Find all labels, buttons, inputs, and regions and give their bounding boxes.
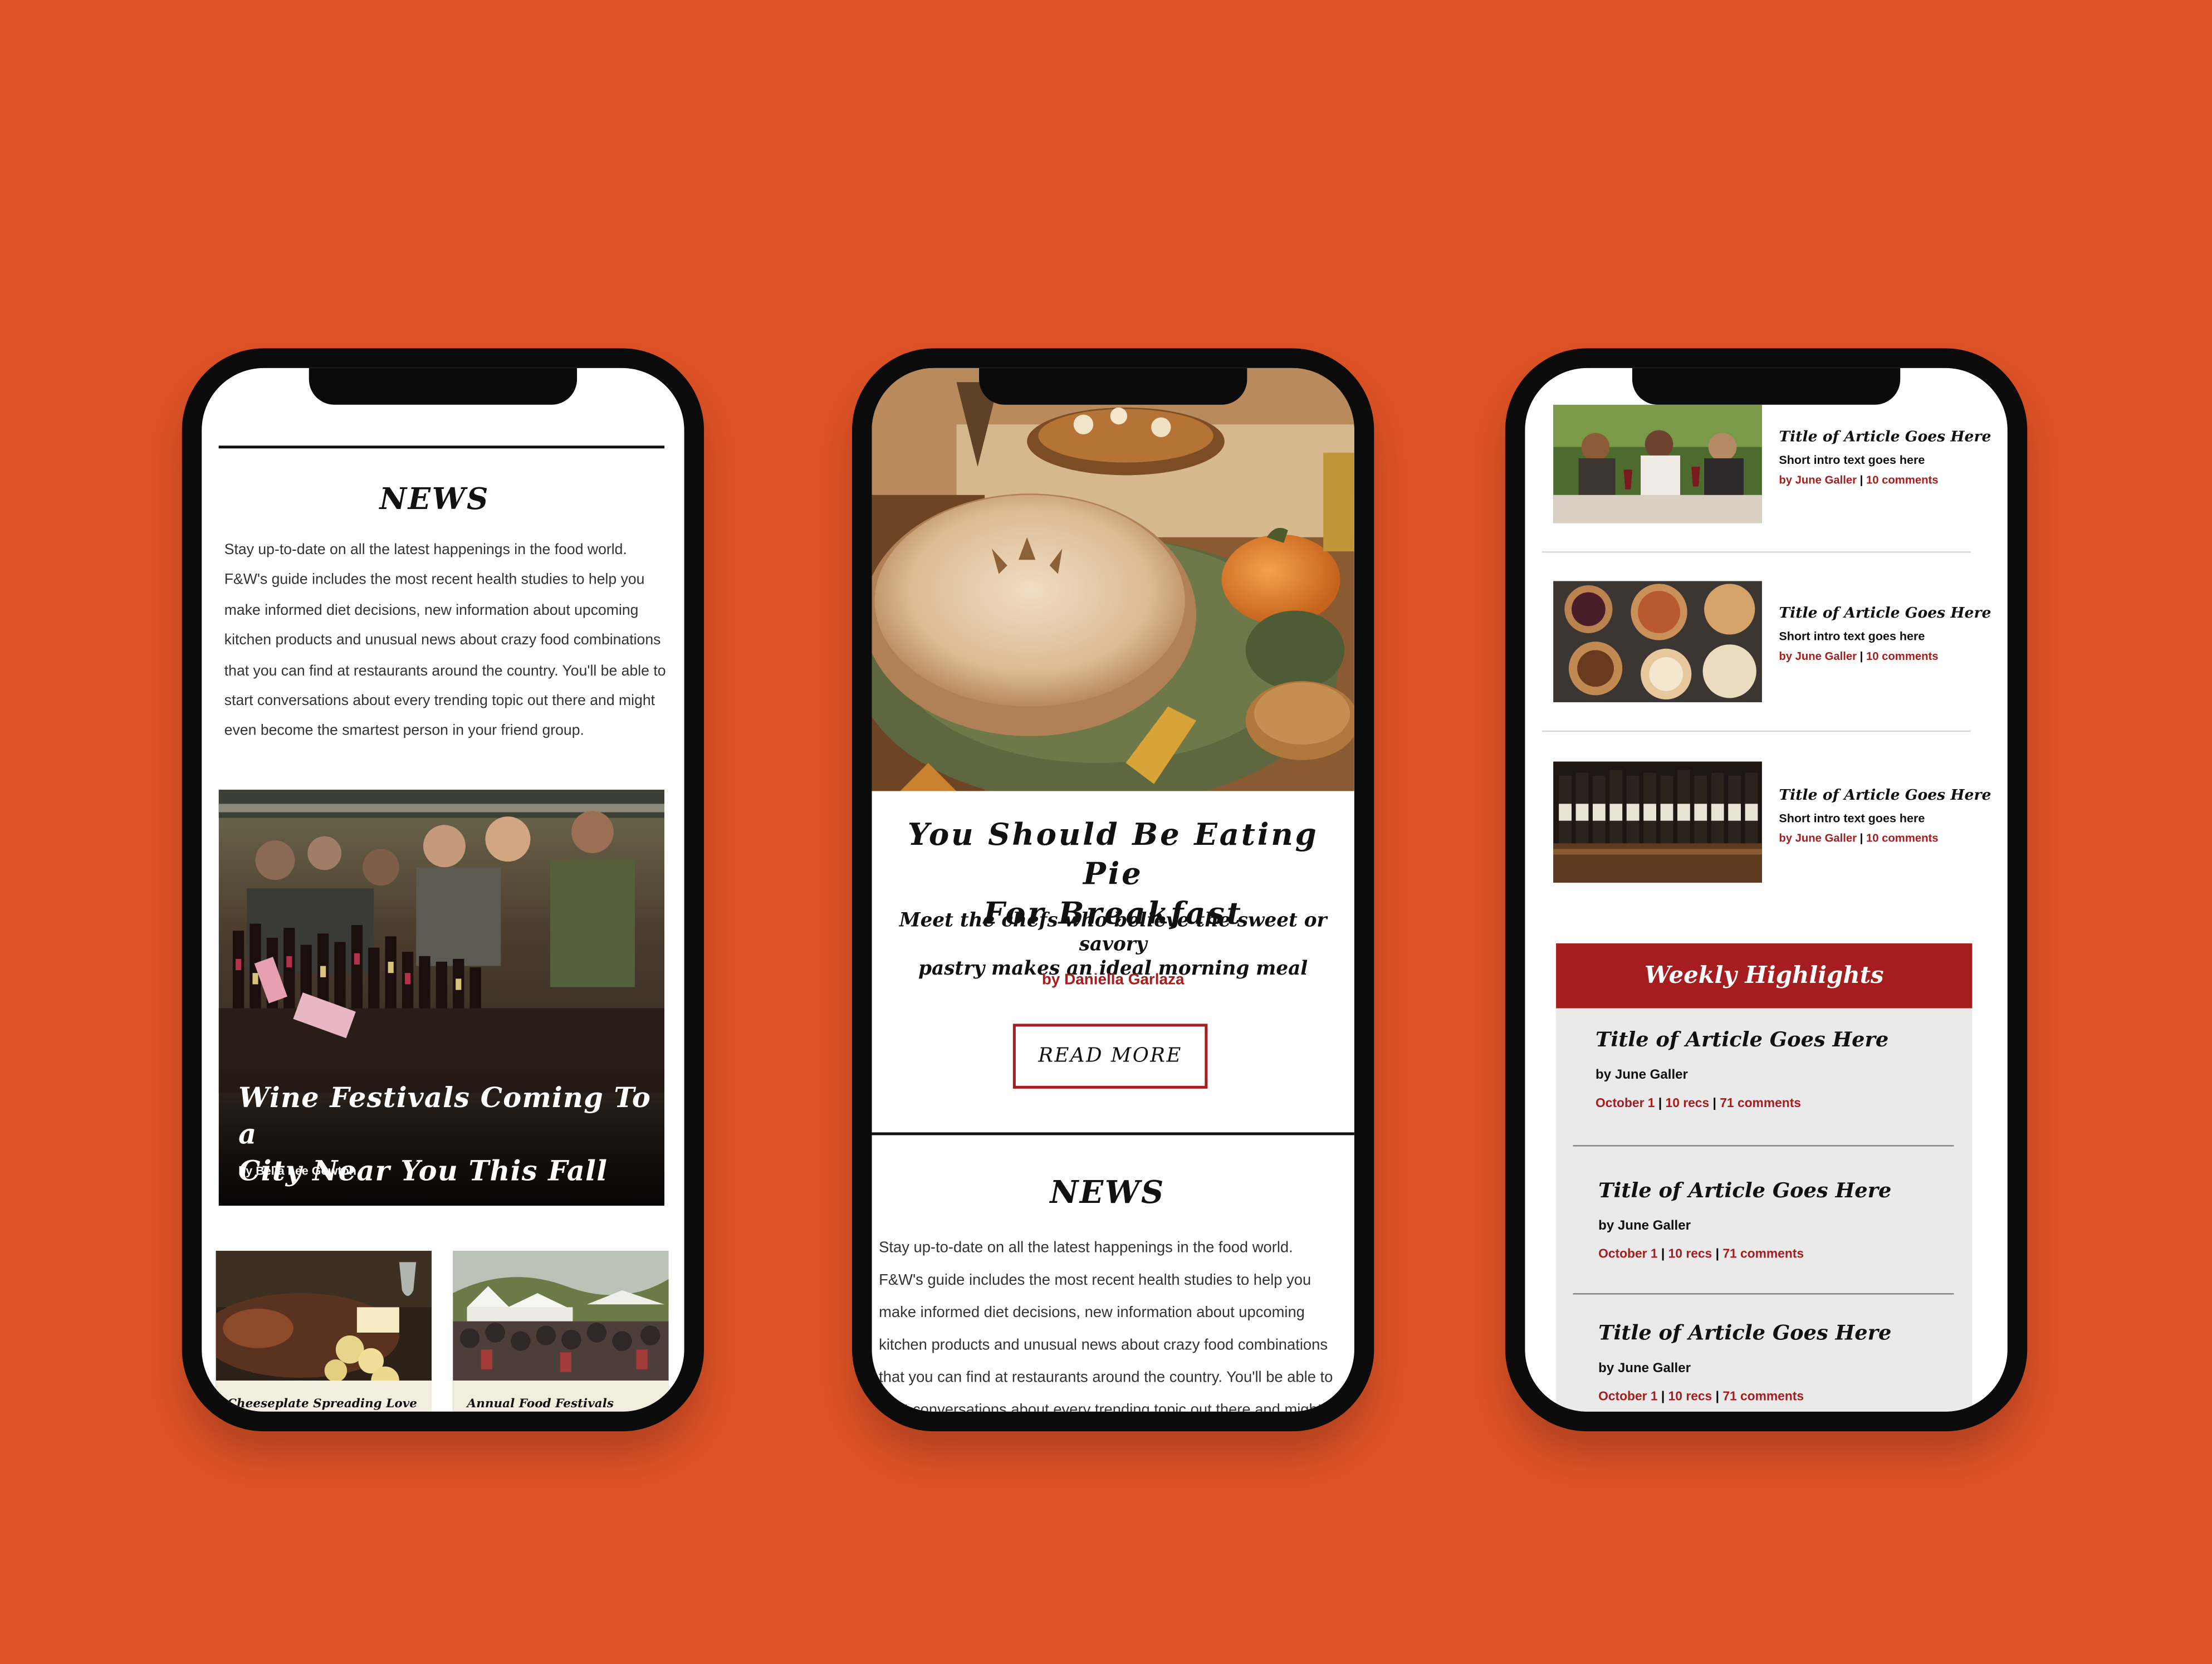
highlight-date: October 1 (1598, 1246, 1658, 1261)
news-intro: Stay up-to-date on all the latest happen… (224, 536, 684, 747)
highlight-meta: October 1 | 10 recs | 71 comments (1598, 1389, 1804, 1403)
intro-line: kitchen products and unusual news about … (224, 632, 661, 649)
highlight-date: October 1 (1596, 1095, 1655, 1110)
highlight-comments[interactable]: 71 comments (1720, 1096, 1801, 1110)
meta-separator: | (1709, 1095, 1720, 1110)
article-intro: Short intro text goes here (1779, 811, 1925, 825)
highlight-author: by June Galler (1598, 1218, 1691, 1234)
hero-image (872, 368, 1354, 791)
intro-line: that you can find at restaurants around … (879, 1369, 1333, 1387)
intro-line: start conversations about every trending… (224, 692, 655, 709)
subtitle-line: Meet the chefs who believe the sweet or … (899, 909, 1327, 956)
friends-dining-photo (1553, 404, 1762, 523)
intro-line: even become the smartest person in your … (224, 722, 584, 740)
article-author[interactable]: by June Galler (1779, 474, 1857, 487)
intro-line: kitchen products and unusual news about … (879, 1337, 1328, 1354)
weekly-highlights-heading: Weekly Highlights (1556, 943, 1973, 1009)
article-intro: Short intro text goes here (1779, 629, 1925, 643)
article-author[interactable]: by June Galler (1779, 650, 1857, 663)
article-thumbnail[interactable] (1553, 581, 1762, 703)
feature-article-card[interactable]: Wine Festivals Coming To a City Near You… (218, 790, 665, 1206)
phone-screen: NEWS Stay up-to-date on all the latest h… (202, 368, 684, 1412)
article-comments[interactable]: 10 comments (1866, 832, 1939, 845)
meta-separator: | (1712, 1389, 1723, 1403)
article-meta: by June Galler | 10 comments (1779, 474, 1938, 487)
list-divider (1541, 551, 1971, 553)
read-more-button[interactable]: READ MORE (1012, 1024, 1208, 1089)
intro-line: make informed diet decisions, new inform… (879, 1304, 1305, 1322)
highlight-recs[interactable]: 10 recs (1668, 1246, 1712, 1260)
article-title[interactable]: Title of Article Goes Here (1779, 605, 1991, 621)
intro-line: make informed diet decisions, new inform… (224, 601, 639, 619)
intro-line: Stay up-to-date on all the latest happen… (879, 1239, 1293, 1257)
intro-line: start conversations about every trending… (879, 1402, 1322, 1412)
hero-subtitle: Meet the chefs who believe the sweet or … (872, 909, 1354, 981)
wine-bottles-photo (1553, 761, 1762, 883)
meta-separator: | (1857, 650, 1866, 663)
news-intro: Stay up-to-date on all the latest happen… (879, 1232, 1354, 1412)
article-meta: by June Galler | 10 comments (1779, 832, 1938, 845)
article-thumbnail[interactable] (1553, 761, 1762, 883)
highlight-meta: October 1 | 10 recs | 71 comments (1598, 1246, 1804, 1260)
section-divider (872, 1132, 1354, 1136)
meta-separator: | (1857, 831, 1866, 845)
phone-notch (979, 368, 1247, 405)
article-title[interactable]: Title of Article Goes Here (1779, 429, 1991, 446)
phone-article-list: Title of Article Goes Here Short intro t… (1505, 348, 2028, 1432)
weekly-highlights-panel: Title of Article Goes Here by June Galle… (1556, 1008, 1973, 1412)
cheeseplate-photo (216, 1251, 432, 1412)
background: NEWS Stay up-to-date on all the latest h… (0, 0, 2212, 1664)
news-heading: NEWS (379, 481, 490, 516)
meta-separator: | (1857, 473, 1866, 487)
pie-photo (872, 368, 1354, 791)
feature-title-line: Wine Festivals Coming To a (238, 1081, 652, 1151)
highlight-comments[interactable]: 71 comments (1722, 1246, 1804, 1260)
intro-line: Stay up-to-date on all the latest happen… (224, 541, 627, 559)
meta-separator: | (1655, 1095, 1666, 1110)
highlight-title[interactable]: Title of Article Goes Here (1596, 1028, 1888, 1052)
card-caption: Cheeseplate Spreading Love (227, 1397, 417, 1412)
phone-news: NEWS Stay up-to-date on all the latest h… (182, 348, 704, 1432)
highlight-date: October 1 (1598, 1389, 1658, 1403)
article-meta: by June Galler | 10 comments (1779, 650, 1938, 663)
meta-separator: | (1712, 1246, 1723, 1261)
section-divider (218, 446, 665, 449)
intro-line: that you can find at restaurants around … (224, 662, 666, 679)
phone-featured-article: You Should Be Eating Pie For Breakfast M… (852, 348, 1374, 1432)
article-comments[interactable]: 10 comments (1866, 474, 1939, 487)
article-comments[interactable]: 10 comments (1866, 650, 1939, 663)
food-festival-photo (453, 1251, 669, 1412)
highlight-title[interactable]: Title of Article Goes Here (1598, 1179, 1891, 1203)
hero-byline: by Daniella Garlaza (1041, 971, 1185, 989)
highlight-divider (1573, 1145, 1954, 1147)
article-card[interactable]: Annual Food Festivals (453, 1251, 669, 1412)
card-caption: Annual Food Festivals (467, 1397, 614, 1412)
article-thumbnail[interactable] (1553, 404, 1762, 523)
list-divider (1541, 730, 1971, 732)
intro-line: F&W's guide includes the most recent hea… (224, 571, 645, 589)
article-author[interactable]: by June Galler (1779, 832, 1857, 845)
feature-byline: by Bella Lee Gowton (238, 1163, 356, 1178)
intro-line: F&W's guide includes the most recent hea… (879, 1272, 1311, 1289)
highlight-author: by June Galler (1596, 1067, 1688, 1083)
highlight-comments[interactable]: 71 comments (1722, 1389, 1804, 1403)
phone-notch (309, 368, 578, 405)
highlight-meta: October 1 | 10 recs | 71 comments (1596, 1096, 1801, 1110)
highlight-divider (1573, 1293, 1954, 1295)
highlight-author: by June Galler (1598, 1360, 1691, 1377)
highlight-title[interactable]: Title of Article Goes Here (1598, 1322, 1891, 1345)
article-title[interactable]: Title of Article Goes Here (1779, 787, 1991, 804)
article-card[interactable]: Cheeseplate Spreading Love (216, 1251, 432, 1412)
meta-separator: | (1657, 1389, 1668, 1403)
phone-notch (1632, 368, 1901, 405)
highlight-recs[interactable]: 10 recs (1666, 1096, 1710, 1110)
phone-screen: Title of Article Goes Here Short intro t… (1525, 368, 2008, 1412)
article-intro: Short intro text goes here (1779, 452, 1925, 467)
pies-photo (1553, 581, 1762, 703)
phone-screen: You Should Be Eating Pie For Breakfast M… (872, 368, 1354, 1412)
highlight-recs[interactable]: 10 recs (1668, 1389, 1712, 1403)
hero-title-line: You Should Be Eating Pie (907, 818, 1319, 893)
meta-separator: | (1657, 1246, 1668, 1261)
news-heading: NEWS (1050, 1174, 1165, 1212)
